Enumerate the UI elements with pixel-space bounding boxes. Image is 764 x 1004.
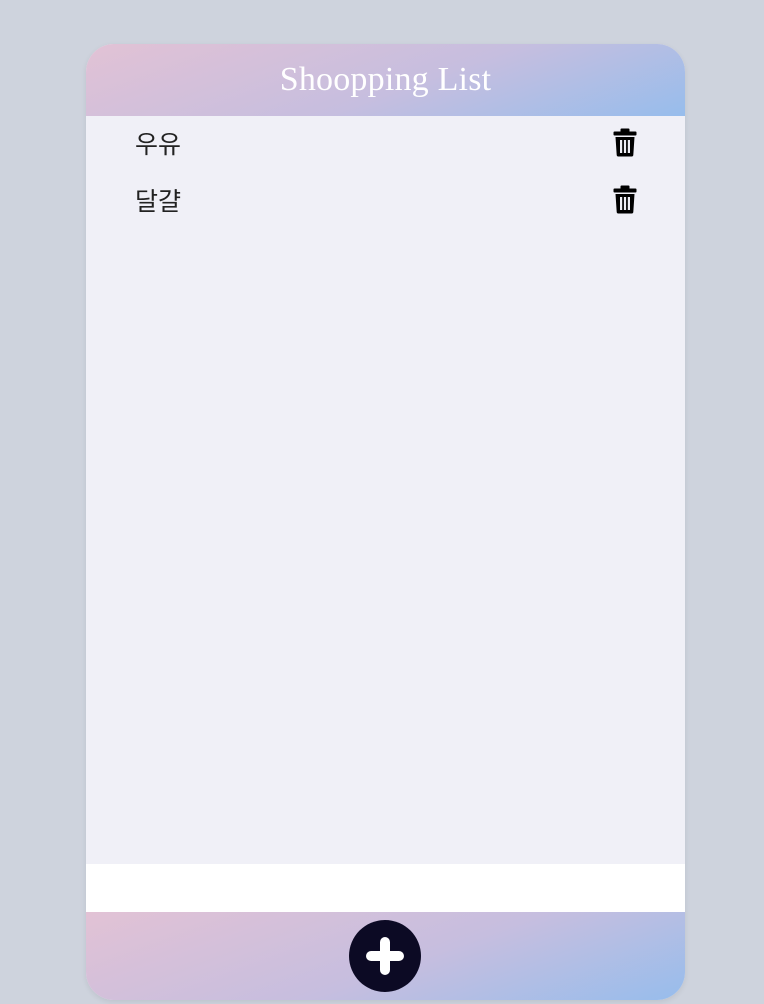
footer [86, 912, 685, 1000]
page-title: Shoopping List [279, 61, 492, 98]
list-item-label: 우유 [135, 129, 182, 159]
header: Shoopping List [86, 44, 685, 116]
list-item-label: 달걀 [135, 186, 182, 216]
list-item: 달걀 [86, 171, 685, 228]
list-item: 우유 [86, 114, 685, 171]
new-item-row [86, 864, 685, 912]
shopping-list-card: Shoopping List 우유 달걀 [86, 44, 685, 1000]
trash-icon [613, 185, 637, 214]
delete-button[interactable] [612, 185, 638, 215]
new-item-input[interactable] [86, 864, 685, 912]
delete-button[interactable] [612, 128, 638, 158]
add-item-button[interactable] [349, 920, 421, 992]
shopping-list: 우유 달걀 [86, 116, 685, 864]
plus-icon [366, 937, 404, 975]
trash-icon [613, 128, 637, 157]
